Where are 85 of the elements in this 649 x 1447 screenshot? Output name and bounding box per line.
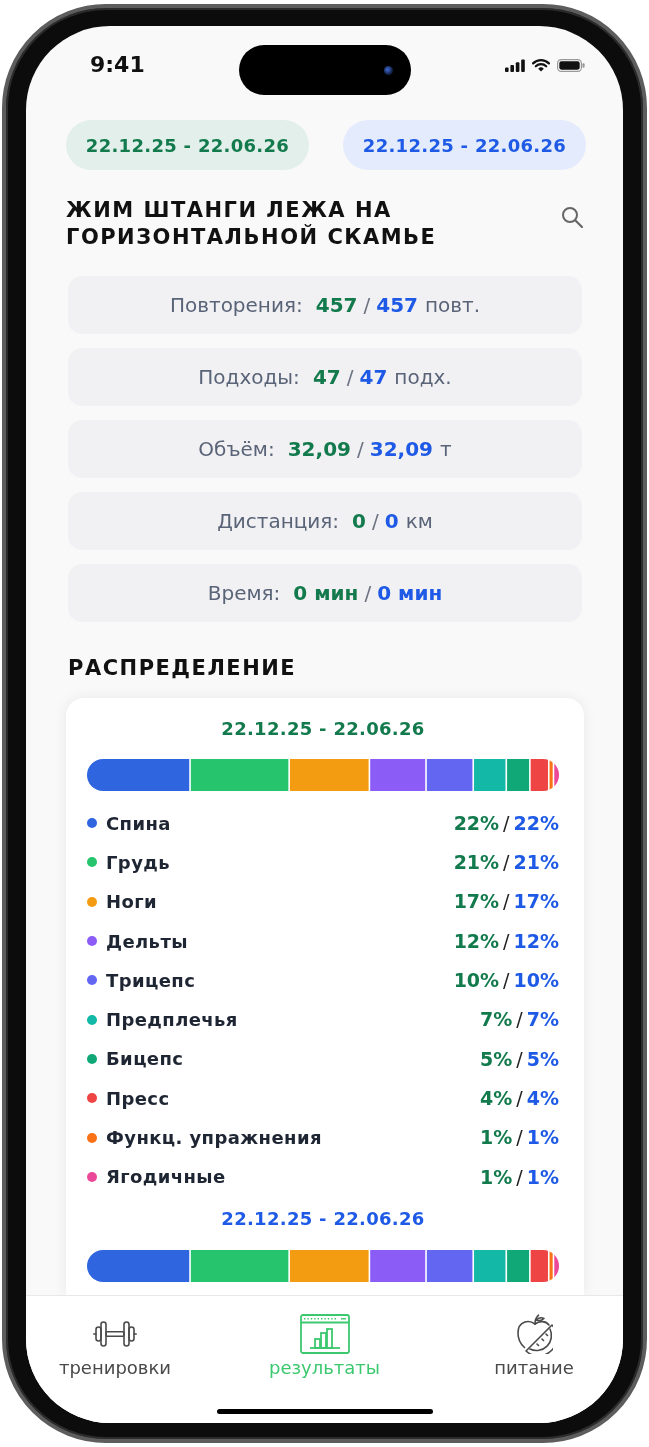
separator-text: / — [372, 508, 379, 535]
muscle-label: Дельты — [106, 929, 188, 954]
second-period-percent: 21% — [513, 850, 559, 876]
stat-label: Повторения: — [169, 292, 303, 319]
unit-text: т — [440, 436, 452, 463]
signal-icon — [505, 58, 525, 72]
muscle-label: Пресс — [106, 1086, 170, 1111]
second-period-value: 457 — [376, 292, 418, 319]
status-time: 9:41 — [90, 51, 145, 79]
first-period-percent: 7% — [480, 1007, 513, 1033]
nav-tab[interactable]: питание — [490, 1310, 578, 1381]
muscle-label: Ягодичные — [106, 1165, 226, 1190]
muscle-label: Ноги — [106, 890, 158, 915]
date-range-button[interactable]: 22.12.25 - 22.06.26 — [343, 120, 586, 170]
separator-text: / — [516, 1007, 523, 1033]
nav-tab[interactable]: тренировки — [54, 1310, 176, 1381]
muscle-label: Трицепс — [106, 968, 196, 993]
second-period-percent: 4% — [526, 1085, 559, 1111]
second-period-percent: 17% — [513, 889, 559, 915]
wifi-icon — [532, 58, 550, 72]
unit-text: км — [405, 508, 433, 535]
second-period-value: 32,09 — [369, 436, 433, 463]
second-period-value: 0 мин — [377, 580, 443, 607]
separator-text: / — [346, 364, 354, 391]
separator-text: / — [503, 968, 510, 994]
second-period-percent: 1% — [526, 1164, 559, 1190]
first-period-value: 0 мин — [293, 580, 359, 607]
stat-label: Подходы: — [198, 364, 300, 391]
section-title: РАСПРЕДЕЛЕНИЕ — [68, 655, 298, 682]
second-period-value: 47 — [359, 364, 388, 391]
separator-text: / — [363, 292, 371, 319]
second-period-percent: 1% — [526, 1125, 559, 1151]
muscle-label: Бицепс — [106, 1047, 184, 1072]
bar-segment — [370, 1249, 426, 1282]
second-period-percent: 12% — [513, 928, 559, 954]
bar-segment — [507, 1249, 530, 1282]
second-period-percent: 7% — [526, 1007, 559, 1033]
separator-text: / — [516, 1125, 523, 1151]
separator-text: / — [356, 436, 364, 463]
second-period-percent: 5% — [526, 1046, 559, 1072]
apple-and-melon-icon — [515, 1314, 553, 1354]
first-period-value: 47 — [312, 364, 341, 391]
second-period-percent: 22% — [513, 810, 559, 836]
separator-text: / — [516, 1085, 523, 1111]
first-period-percent: 1% — [480, 1125, 513, 1151]
battery-icon — [557, 58, 585, 72]
unit-text: повт. — [424, 292, 481, 319]
first-period-percent: 4% — [480, 1085, 513, 1111]
first-period-value: 0 — [352, 508, 367, 535]
dumbbell-icon — [93, 1319, 137, 1349]
separator-text: / — [503, 810, 510, 836]
date-range-button[interactable]: 22.12.25 - 22.06.26 — [66, 120, 309, 170]
stat-label: Время: — [207, 580, 281, 607]
bar-chart-window-icon — [299, 1314, 350, 1354]
separator-text: / — [516, 1164, 523, 1190]
muscle-label: Спина — [106, 811, 171, 836]
second-period-value: 0 — [384, 508, 399, 535]
first-period-percent: 5% — [480, 1046, 513, 1072]
stat-label: Дистанция: — [217, 508, 340, 535]
muscle-label: Функц. упражнения — [106, 1126, 322, 1150]
first-period-percent: 22% — [453, 810, 500, 836]
muscle-label: Предплечья — [106, 1008, 238, 1033]
stat-label: Объём: — [198, 436, 275, 463]
first-period-percent: 12% — [453, 928, 500, 954]
period-date: 22.12.25 - 22.06.26 — [221, 718, 425, 739]
search-icon[interactable] — [561, 206, 583, 228]
period-date: 22.12.25 - 22.06.26 — [221, 1207, 425, 1229]
bar-segment — [370, 759, 426, 791]
first-period-percent: 17% — [453, 889, 500, 915]
first-period-percent: 1% — [480, 1164, 513, 1190]
camera-lens-icon — [383, 65, 393, 75]
separator-text: / — [503, 850, 510, 876]
separator-text: / — [516, 1046, 523, 1072]
first-period-value: 457 — [315, 292, 358, 319]
first-period-percent: 10% — [453, 968, 500, 994]
unit-text: подх. — [394, 364, 452, 391]
first-period-percent: 21% — [453, 850, 500, 876]
first-period-value: 32,09 — [287, 436, 351, 463]
separator-text: / — [503, 928, 510, 954]
second-period-percent: 10% — [513, 968, 559, 994]
separator-text: / — [503, 889, 510, 915]
exercise-title: ЖИМ ШТАНГИ ЛЕЖА НА ГОРИЗОНТАЛЬНОЙ СКАМЬЕ — [66, 197, 438, 251]
muscle-label: Грудь — [106, 850, 170, 875]
bar-segment — [507, 759, 530, 791]
separator-text: / — [364, 580, 372, 607]
